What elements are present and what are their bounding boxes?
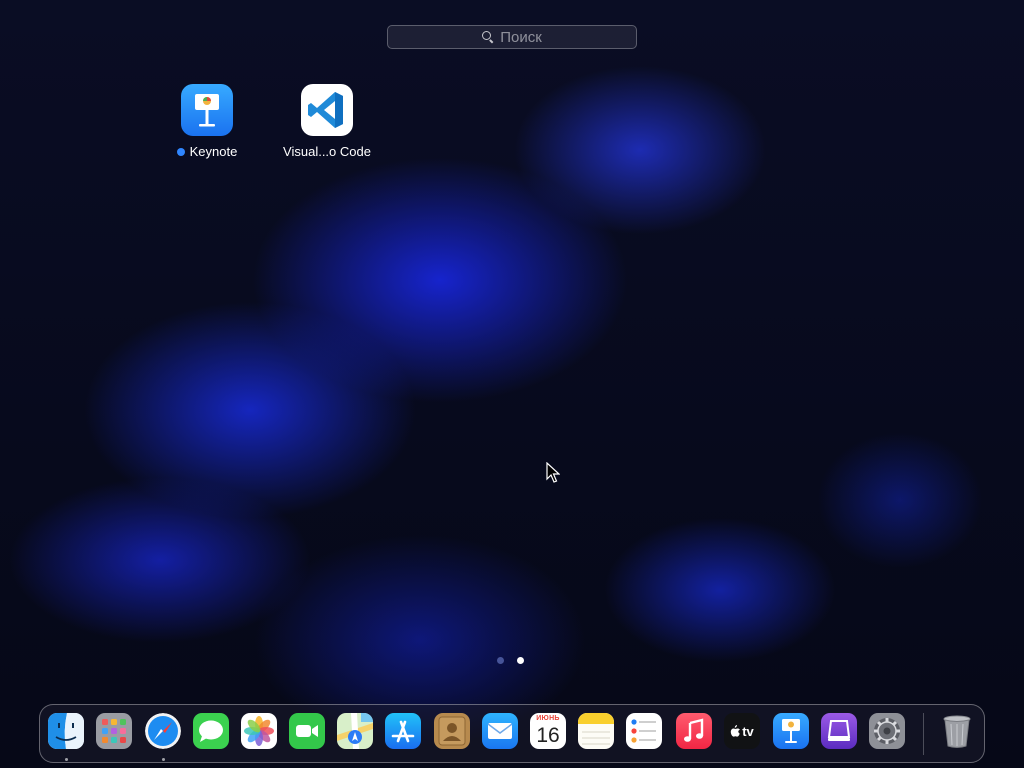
tv-label: tv — [742, 723, 754, 739]
dock: ИЮНЬ 16 tv — [39, 704, 985, 763]
messages-icon[interactable] — [193, 713, 229, 749]
search-placeholder: Поиск — [500, 28, 542, 46]
calendar-day: 16 — [536, 724, 560, 747]
contacts-icon[interactable] — [434, 713, 470, 749]
calendar-month: ИЮНЬ — [536, 715, 560, 722]
vscode-icon — [301, 84, 353, 136]
trash-icon[interactable] — [939, 713, 975, 749]
running-indicator — [64, 758, 68, 761]
dock-separator — [923, 713, 924, 755]
notes-icon[interactable] — [578, 713, 614, 749]
launchpad-app-vscode[interactable]: Visual...o Code — [267, 84, 387, 159]
search-field[interactable]: Поиск — [387, 25, 637, 49]
maps-icon[interactable] — [337, 713, 373, 749]
simulator-icon[interactable] — [821, 713, 857, 749]
running-indicator — [161, 758, 165, 761]
page-dot-2[interactable] — [517, 657, 524, 664]
apple-logo-icon — [731, 725, 741, 737]
safari-icon[interactable] — [145, 713, 181, 749]
page-dot-1[interactable] — [497, 657, 504, 664]
reminders-icon[interactable] — [626, 713, 662, 749]
apple-tv-icon[interactable]: tv — [724, 713, 760, 749]
app-label: Visual...o Code — [283, 144, 371, 159]
app-store-icon[interactable] — [385, 713, 421, 749]
page-indicator — [497, 657, 524, 664]
mail-icon[interactable] — [482, 713, 518, 749]
system-settings-icon[interactable] — [869, 713, 905, 749]
keynote-icon[interactable] — [773, 713, 809, 749]
mouse-cursor-icon — [546, 462, 560, 483]
launchpad-icon[interactable] — [96, 713, 132, 749]
launchpad-screen: Поиск Keynote Visual...o Code ИЮНЬ 16 tv — [0, 0, 1024, 768]
calendar-icon[interactable]: ИЮНЬ 16 — [530, 713, 566, 749]
finder-icon[interactable] — [48, 713, 84, 749]
photos-icon[interactable] — [241, 713, 277, 749]
app-label: Keynote — [189, 144, 238, 159]
launchpad-app-keynote[interactable]: Keynote — [147, 84, 267, 159]
new-app-indicator — [176, 147, 185, 156]
music-icon[interactable] — [676, 713, 712, 749]
keynote-icon — [181, 84, 233, 136]
facetime-icon[interactable] — [289, 713, 325, 749]
search-icon — [482, 31, 494, 43]
